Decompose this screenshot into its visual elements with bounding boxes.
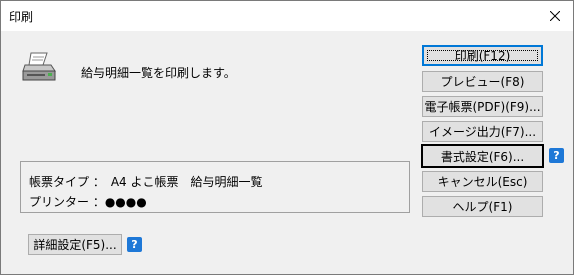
preview-button[interactable]: プレビュー(F8): [422, 71, 543, 92]
format-settings-button-label: 書式設定(F6)...: [440, 149, 525, 164]
dialog-title: 印刷: [9, 10, 34, 24]
detail-settings-button[interactable]: 詳細設定(F5)...: [28, 234, 122, 255]
help-question-glyph: ?: [553, 149, 560, 162]
format-settings-button[interactable]: 書式設定(F6)...: [421, 144, 544, 168]
help-button[interactable]: ヘルプ(F1): [422, 196, 543, 217]
cancel-button-label: キャンセル(Esc): [437, 175, 528, 189]
detail-help-icon[interactable]: ?: [127, 237, 142, 252]
detail-settings-button-label: 詳細設定(F5)...: [33, 238, 117, 252]
image-output-button-label: イメージ出力(F7)...: [428, 125, 537, 139]
image-output-button[interactable]: イメージ出力(F7)...: [422, 121, 543, 142]
title-bar: 印刷: [1, 1, 573, 31]
message-text: 給与明細一覧を印刷します。: [81, 66, 236, 80]
printer-icon: [22, 52, 56, 81]
form-type-text: 帳票タイプ ： A4 よこ帳票 給与明細一覧: [29, 175, 263, 189]
close-icon: [550, 11, 560, 21]
close-button[interactable]: [537, 1, 573, 31]
printer-text: プリンター ：●●●●: [29, 195, 147, 209]
help-question-glyph: ?: [131, 238, 138, 251]
print-dialog: 印刷 給与明細一覧を印刷します。 帳票タイプ ： A4 よこ帳票 給与明細一覧 …: [0, 0, 574, 275]
focus-rect: [427, 50, 538, 61]
help-button-label: ヘルプ(F1): [452, 200, 513, 214]
pdf-button-label: 電子帳票(PDF)(F9)...: [424, 100, 541, 114]
format-help-icon[interactable]: ?: [549, 148, 564, 163]
pdf-button[interactable]: 電子帳票(PDF)(F9)...: [422, 96, 543, 117]
cancel-button[interactable]: キャンセル(Esc): [422, 171, 543, 192]
preview-button-label: プレビュー(F8): [440, 75, 525, 89]
print-button[interactable]: 印刷(F12): [422, 45, 543, 66]
